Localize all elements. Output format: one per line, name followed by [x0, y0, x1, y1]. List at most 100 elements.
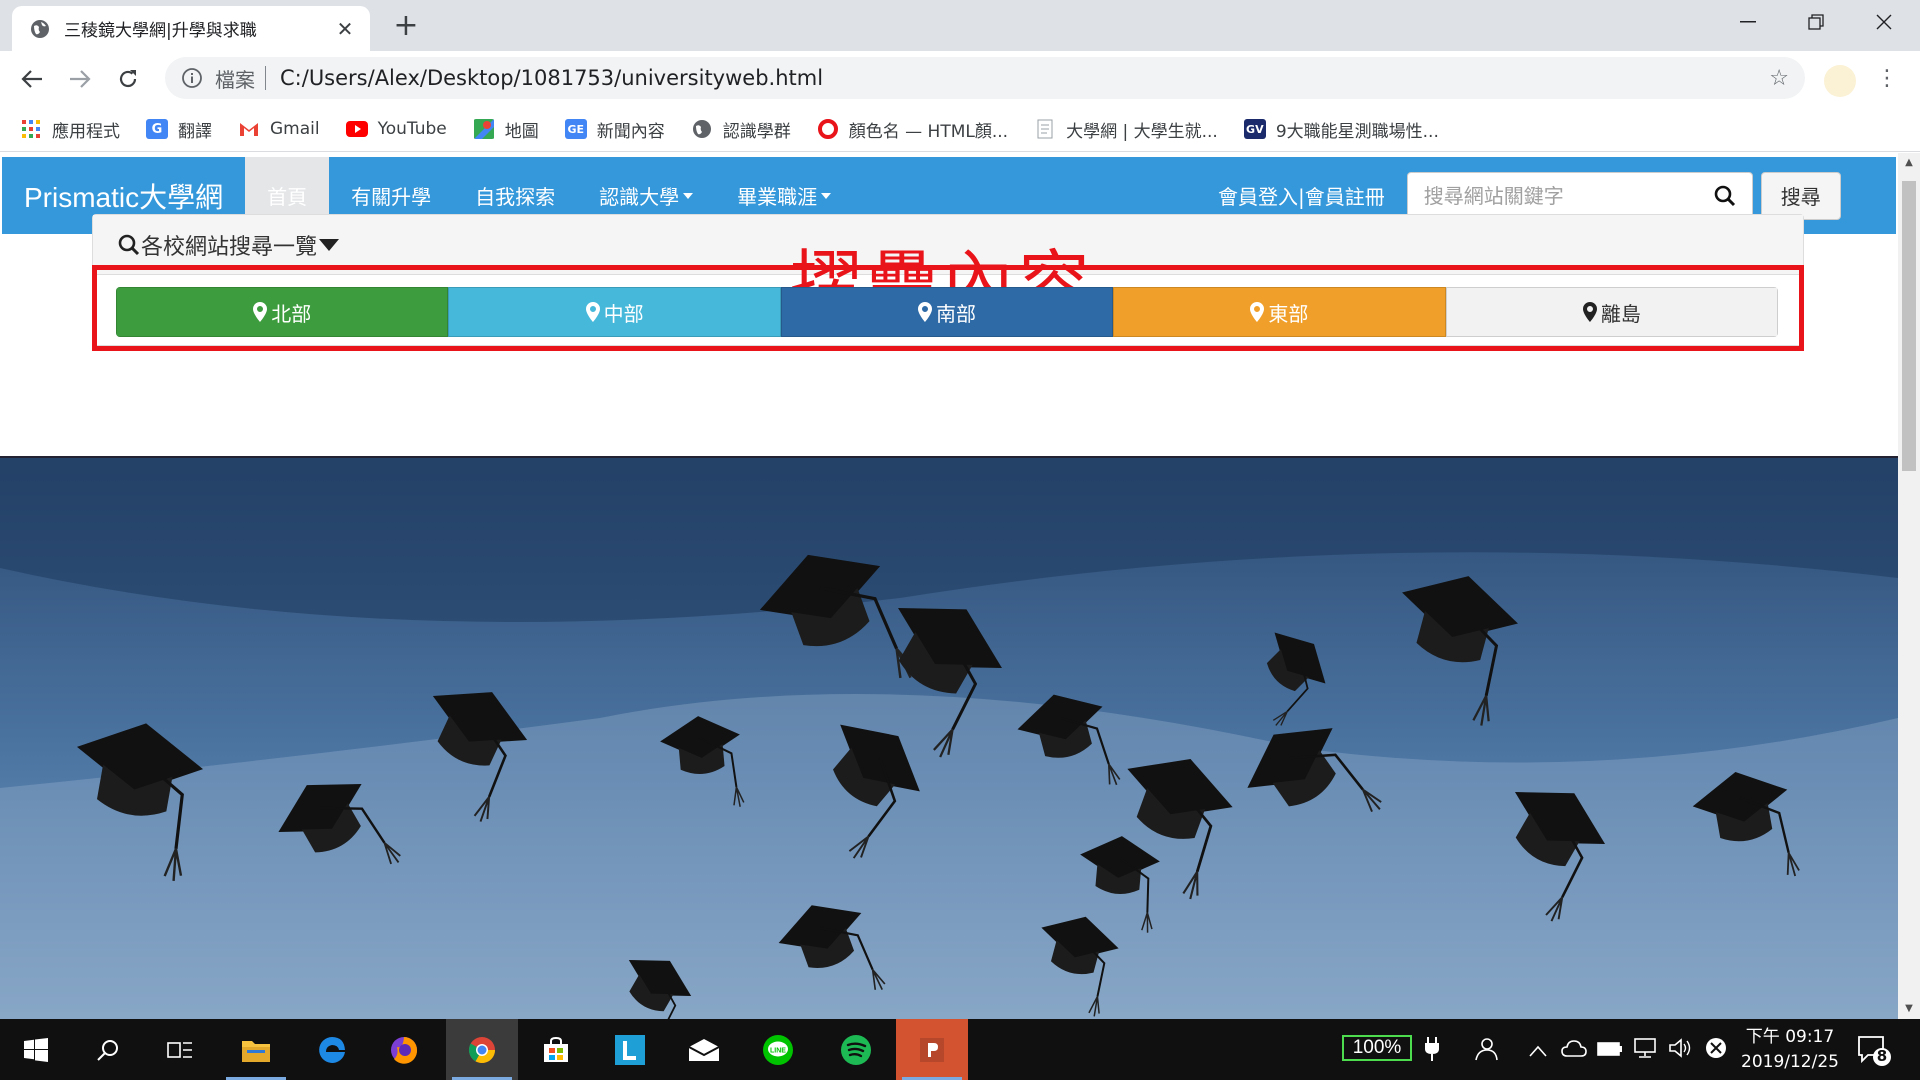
caret-down-icon: [821, 192, 832, 199]
translate-icon: G: [146, 119, 168, 139]
back-icon[interactable]: [16, 63, 48, 95]
chevron-up-icon[interactable]: [1524, 1037, 1552, 1063]
bookmark-label: 地圖: [504, 121, 539, 142]
region-label: 南部: [936, 301, 977, 326]
browser-menu-icon[interactable]: ⋮: [1876, 63, 1898, 95]
tab-close-icon[interactable]: ✕: [334, 17, 356, 41]
scroll-down-icon[interactable]: ▼: [1898, 999, 1920, 1019]
bookmark-label: YouTube: [377, 119, 447, 139]
bookmark-star-icon[interactable]: ☆: [1769, 66, 1789, 91]
edge-icon[interactable]: [296, 1019, 368, 1080]
map-marker-icon: [253, 302, 268, 322]
region-label: 北部: [271, 301, 312, 326]
bookmark-news[interactable]: GE 新聞內容: [564, 117, 665, 142]
opera-icon: [817, 119, 838, 139]
map-marker-icon: [1250, 302, 1265, 322]
bookmark-career[interactable]: GV 9大職能星測職場性...: [1243, 117, 1439, 142]
bookmark-label: 認識學群: [722, 121, 791, 142]
notification-count: 8: [1876, 1047, 1888, 1065]
bookmark-apps[interactable]: 應用程式: [20, 117, 120, 142]
clock-date: 2019/12/25: [1741, 1052, 1839, 1072]
youtube-icon: [345, 121, 368, 137]
address-bar[interactable]: 檔案 C:/Users/Alex/Desktop/1081753/univers…: [165, 57, 1805, 99]
map-marker-icon: [1582, 302, 1597, 322]
triangle-down-icon: [319, 238, 340, 251]
bookmark-gmail[interactable]: Gmail: [238, 119, 320, 139]
tab-strip: 三稜鏡大學網|升學與求職 ✕ +: [0, 0, 1920, 51]
battery-percentage[interactable]: 100%: [1342, 1035, 1412, 1061]
site-search-input[interactable]: [1423, 183, 1714, 208]
browser-tab[interactable]: 三稜鏡大學網|升學與求職 ✕: [12, 6, 370, 51]
windows-start-icon[interactable]: [0, 1019, 72, 1080]
forward-icon[interactable]: [64, 63, 96, 95]
battery-icon[interactable]: [1596, 1037, 1624, 1063]
bookmark-colors[interactable]: 顏色名 — HTML顏...: [817, 117, 1008, 142]
spotify-icon[interactable]: [820, 1019, 892, 1080]
windows-taskbar: LINE 100% 下午 09:17 2019/12/25 8: [0, 1019, 1920, 1080]
region-button-north[interactable]: 北部: [116, 287, 449, 337]
file-explorer-icon[interactable]: [220, 1019, 292, 1080]
taskbar-clock[interactable]: 下午 09:17 2019/12/25: [1730, 1025, 1850, 1075]
reload-icon[interactable]: [112, 63, 144, 95]
nav-label: 認識大學: [599, 185, 680, 209]
scroll-thumb[interactable]: [1902, 181, 1916, 471]
nav-label: 有關升學: [351, 185, 432, 209]
error-circle-icon[interactable]: [1702, 1037, 1730, 1063]
bookmark-university[interactable]: 大學網 | 大學生就...: [1034, 117, 1218, 142]
people-icon[interactable]: [1472, 1037, 1500, 1063]
mail-icon[interactable]: [668, 1019, 740, 1080]
region-button-south[interactable]: 南部: [780, 287, 1114, 337]
l-app-icon[interactable]: [594, 1019, 666, 1080]
bookmark-maps[interactable]: 地圖: [473, 117, 539, 142]
bookmark-translate[interactable]: G 翻譯: [146, 117, 212, 142]
search-button[interactable]: 搜尋: [1760, 171, 1841, 220]
bookmark-groups[interactable]: 認識學群: [691, 117, 791, 142]
graduation-caps-image: [0, 458, 1898, 1019]
url-text[interactable]: C:/Users/Alex/Desktop/1081753/university…: [280, 66, 1769, 90]
task-view-icon[interactable]: [144, 1019, 216, 1080]
powerpoint-icon[interactable]: [896, 1019, 968, 1080]
bookmark-label: Gmail: [270, 119, 320, 139]
clock-time: 下午 09:17: [1745, 1027, 1835, 1047]
page-scrollbar[interactable]: ▲ ▼: [1898, 153, 1920, 1019]
bookmark-label: 9大職能星測職場性...: [1275, 121, 1439, 142]
region-button-central[interactable]: 中部: [448, 287, 781, 337]
site-search-box[interactable]: [1406, 171, 1753, 220]
info-icon[interactable]: [181, 67, 203, 89]
bookmark-youtube[interactable]: YouTube: [345, 119, 447, 139]
restore-icon[interactable]: [1782, 0, 1850, 44]
bookmark-label: 應用程式: [52, 121, 120, 142]
search-icon[interactable]: [72, 1019, 144, 1080]
store-icon[interactable]: [520, 1019, 592, 1080]
bookmark-label: 大學網 | 大學生就...: [1066, 121, 1218, 142]
close-window-icon[interactable]: [1850, 0, 1918, 44]
action-center-icon[interactable]: 8: [1856, 1033, 1892, 1067]
chrome-icon[interactable]: [446, 1019, 518, 1080]
login-register-link[interactable]: 會員登入|會員註冊: [1218, 181, 1385, 210]
maps-icon: [473, 119, 494, 139]
firefox-icon[interactable]: [368, 1019, 440, 1080]
map-marker-icon: [918, 302, 933, 322]
new-tab-icon[interactable]: +: [390, 11, 422, 41]
nav-label: 自我探索: [475, 185, 556, 209]
line-icon[interactable]: LINE: [742, 1019, 814, 1080]
region-button-islands[interactable]: 離島: [1445, 287, 1778, 337]
power-plug-icon[interactable]: [1418, 1037, 1446, 1063]
search-icon[interactable]: [1714, 185, 1736, 207]
minimize-icon[interactable]: [1714, 0, 1782, 44]
network-icon[interactable]: [1632, 1037, 1660, 1063]
hero-image: [0, 456, 1898, 1019]
apps-grid-icon: [22, 120, 40, 138]
nav-label: 首頁: [267, 185, 308, 209]
nav-label: 畢業職涯: [737, 185, 818, 209]
site-brand[interactable]: Prismatic大學網: [2, 176, 245, 216]
scroll-up-icon[interactable]: ▲: [1898, 153, 1920, 173]
cloud-icon[interactable]: [1560, 1037, 1588, 1063]
region-label: 中部: [603, 301, 644, 326]
volume-icon[interactable]: [1666, 1037, 1694, 1063]
gmail-icon: [240, 123, 258, 136]
omnibox-divider: [265, 66, 266, 90]
profile-avatar[interactable]: [1824, 65, 1856, 97]
region-button-east[interactable]: 東部: [1113, 287, 1446, 337]
tab-title: 三稜鏡大學網|升學與求職: [64, 21, 257, 41]
